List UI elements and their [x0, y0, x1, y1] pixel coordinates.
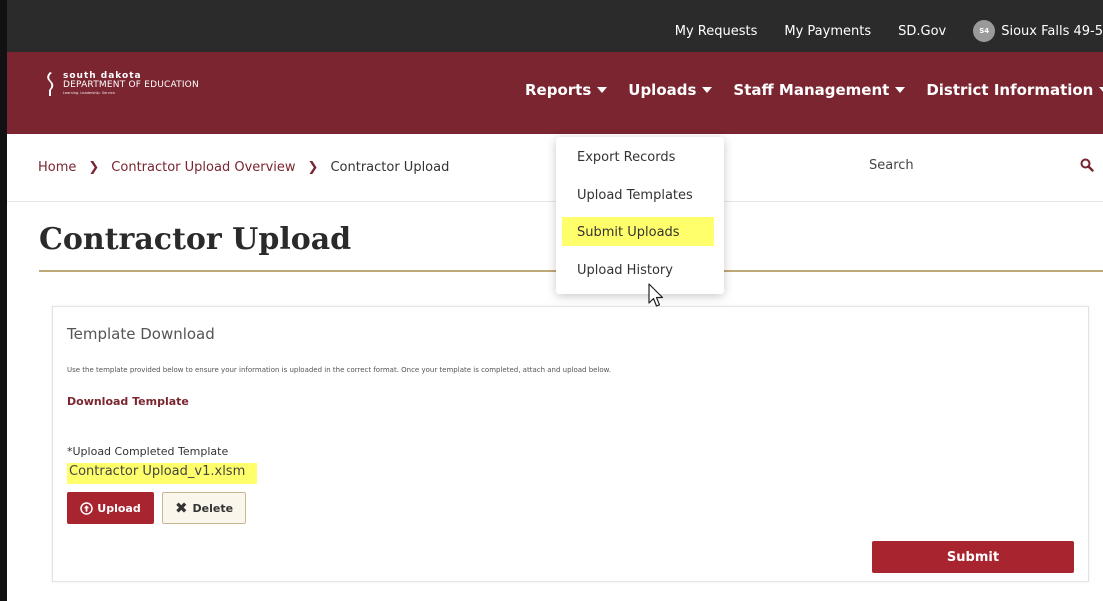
selected-file-name: Contractor Upload_v1.xlsm	[67, 463, 258, 484]
x-icon: ✖	[174, 499, 188, 517]
upload-button-label: Upload	[97, 501, 141, 515]
doe-logo[interactable]: south dakota DEPARTMENT OF EDUCATION Lea…	[43, 71, 199, 97]
caret-down-icon	[702, 87, 713, 93]
breadcrumb: Home ❯ Contractor Upload Overview ❯ Cont…	[38, 160, 449, 175]
nav-item-reports[interactable]: Reports	[525, 81, 608, 99]
submit-button-label: Submit	[946, 549, 1000, 565]
menu-item-upload-history[interactable]: Upload History	[577, 263, 673, 278]
nav-item-uploads[interactable]: Uploads	[628, 81, 713, 99]
caret-down-icon	[597, 87, 608, 93]
nav-item-label: Staff Management	[733, 81, 890, 99]
main-navigation: south dakota DEPARTMENT OF EDUCATION Lea…	[7, 52, 1103, 134]
menu-item-upload-templates[interactable]: Upload Templates	[577, 188, 693, 203]
utility-links: My Requests My Payments SD.Gov S4 Sioux …	[675, 20, 1103, 42]
chevron-right-icon: ❯	[307, 160, 319, 175]
menu-item-export-records[interactable]: Export Records	[577, 150, 675, 165]
nav-item-staff-management[interactable]: Staff Management	[733, 81, 906, 99]
window-edge	[0, 0, 7, 601]
breadcrumb-overview[interactable]: Contractor Upload Overview	[111, 160, 295, 175]
caret-down-icon	[895, 87, 906, 93]
breadcrumb-bar: Home ❯ Contractor Upload Overview ❯ Cont…	[7, 134, 1103, 202]
caret-down-icon	[1099, 87, 1103, 93]
submit-button[interactable]: Submit	[872, 541, 1074, 573]
my-requests-link[interactable]: My Requests	[675, 24, 758, 39]
delete-button-label: Delete	[192, 501, 234, 515]
search-placeholder: Search	[869, 158, 914, 173]
search-icon[interactable]	[1080, 158, 1094, 172]
my-payments-link[interactable]: My Payments	[784, 24, 871, 39]
card-description: Use the template provided below to ensur…	[67, 366, 611, 374]
delete-button[interactable]: ✖ Delete	[162, 492, 246, 524]
sd-gov-link[interactable]: SD.Gov	[898, 24, 946, 39]
nav-item-label: Uploads	[628, 81, 697, 99]
mouse-pointer-icon	[648, 283, 664, 307]
nav-menu: Reports Uploads Staff Management Distric…	[525, 81, 1103, 99]
template-download-card: Template Download Use the template provi…	[52, 306, 1089, 582]
app-window: My Requests My Payments SD.Gov S4 Sioux …	[0, 0, 1103, 601]
chevron-right-icon: ❯	[88, 160, 100, 175]
upload-button[interactable]: Upload	[67, 492, 154, 524]
upload-label: *Upload Completed Template	[67, 445, 229, 458]
logo-line2: DEPARTMENT OF EDUCATION	[63, 80, 199, 91]
download-template-link[interactable]: Download Template	[67, 395, 189, 408]
utility-bar: My Requests My Payments SD.Gov S4 Sioux …	[7, 0, 1103, 52]
search-input[interactable]: Search	[869, 158, 1096, 182]
logo-tagline: Learning. Leadership. Service.	[63, 91, 116, 96]
upload-circle-icon	[80, 501, 94, 515]
avatar[interactable]: S4	[973, 20, 996, 42]
logo-text: south dakota DEPARTMENT OF EDUCATION Lea…	[63, 72, 199, 96]
state-outline-icon	[47, 72, 54, 96]
breadcrumb-current: Contractor Upload	[330, 160, 450, 175]
nav-item-label: Reports	[525, 81, 592, 99]
menu-item-submit-uploads[interactable]: Submit Uploads	[577, 225, 680, 240]
nav-item-label: District Information	[926, 81, 1094, 99]
page-title: Contractor Upload	[39, 222, 352, 257]
card-heading: Template Download	[67, 325, 215, 343]
account-org-name[interactable]: Sioux Falls 49-5	[1001, 24, 1103, 39]
nav-item-district-information[interactable]: District Information	[926, 81, 1103, 99]
uploads-dropdown-menu: Export Records Upload Templates Submit U…	[556, 137, 724, 294]
breadcrumb-home[interactable]: Home	[38, 160, 76, 175]
